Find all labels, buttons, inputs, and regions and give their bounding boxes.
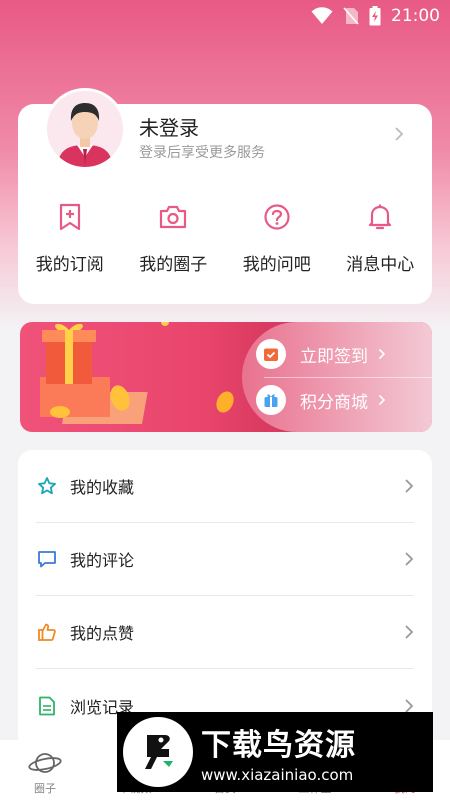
bird-logo-icon [123,717,193,787]
bird-logo-icon [145,735,173,769]
chevron-right-icon [405,552,414,566]
checkin-button[interactable]: 立即签到 [256,334,426,374]
gift-icon [264,394,278,407]
quick-item-messages[interactable]: 消息中心 [329,202,433,282]
watermark: 下载鸟资源 www.xiazainiao.com [117,712,433,792]
quick-item-questions[interactable]: 我的问吧 [225,202,329,282]
battery-charging-icon [369,6,381,26]
thumbs-up-icon [38,623,56,641]
profile-card: 未登录 登录后享受更多服务 我的订阅 我的圈子 我的问吧 消息中心 [18,88,432,304]
quick-label: 我的问吧 [242,255,311,275]
quick-label: 我的订阅 [35,255,104,275]
watermark-title: 下载鸟资源 [201,728,356,763]
banner-divider [264,377,432,378]
document-icon [39,696,55,715]
calendar-check-icon [264,348,278,361]
login-status-title[interactable]: 未登录 [139,112,199,141]
camera-icon [160,205,187,229]
nav-item-circles[interactable]: 圈子 [0,740,90,800]
avatar[interactable] [44,88,126,170]
quick-actions: 我的订阅 我的圈子 我的问吧 消息中心 [18,202,432,282]
quick-item-circles[interactable]: 我的圈子 [122,202,226,282]
quick-label: 我的圈子 [139,255,208,275]
comment-icon [38,551,56,568]
chevron-right-icon [378,394,386,406]
points-store-label: 积分商城 [300,392,368,413]
list-item-comments[interactable]: 我的评论 [36,523,414,596]
menu-list: 我的收藏 我的评论 我的点赞 浏览记录 [18,450,432,750]
bookmark-plus-icon [59,203,80,231]
chevron-right-icon [405,479,414,493]
list-item-label: 我的评论 [70,551,135,570]
watermark-url: www.xiazainiao.com [201,766,354,784]
chevron-right-icon [405,625,414,639]
bell-icon [369,204,392,230]
clock: 21:00 [391,6,440,26]
no-sim-icon [343,7,359,25]
login-subtitle[interactable]: 登录后享受更多服务 [139,142,265,162]
chevron-right-icon[interactable] [394,126,404,142]
quick-label: 消息中心 [346,255,415,275]
list-item-label: 我的收藏 [70,478,135,497]
list-item-favorites[interactable]: 我的收藏 [36,450,414,523]
nav-label: 圈子 [34,782,56,795]
quick-item-subscriptions[interactable]: 我的订阅 [18,202,122,282]
list-item-likes[interactable]: 我的点赞 [36,596,414,669]
planet-icon [28,753,62,773]
rewards-banner: 立即签到 积分商城 [20,322,432,432]
wifi-icon [311,7,333,24]
checkin-label: 立即签到 [300,346,368,367]
status-bar: 21:00 [0,0,450,32]
star-icon [38,477,56,495]
question-icon [264,204,290,230]
default-avatar-icon [47,91,123,167]
gift-illustration-icon [40,322,234,424]
points-store-button[interactable]: 积分商城 [256,380,426,420]
chevron-right-icon [378,348,386,360]
list-item-label: 我的点赞 [70,624,135,643]
